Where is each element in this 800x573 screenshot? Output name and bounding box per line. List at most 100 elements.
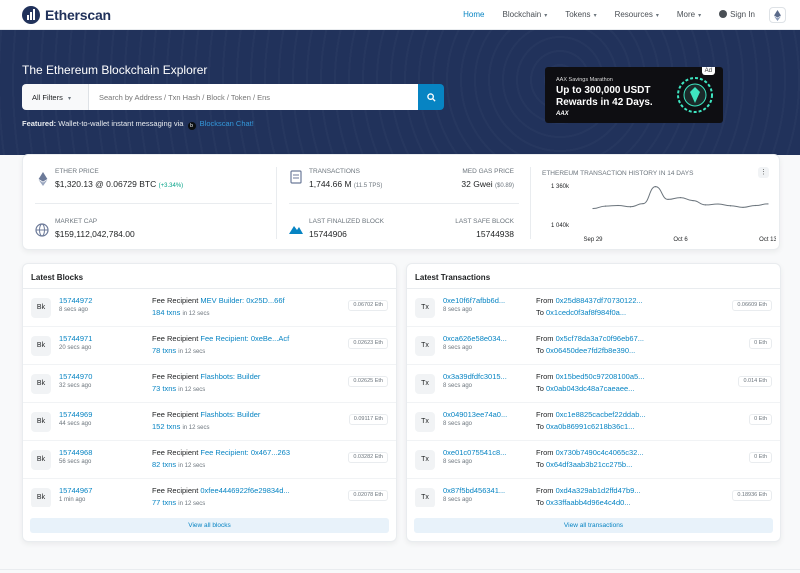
nav-home-label: Home [463, 10, 485, 19]
search-bar: All Filters ▾ [22, 84, 444, 110]
fee-recipient-link[interactable]: Fee Recipient: 0xeBe...Acf [200, 334, 289, 343]
block-number-link[interactable]: 15744970 [59, 372, 144, 381]
transaction-hash-link[interactable]: 0xe01c075541c8... [443, 448, 528, 457]
block-number-link[interactable]: 15744967 [59, 486, 144, 495]
to-address-link[interactable]: 0x33ffaabb4d96e4c4d0... [546, 498, 631, 507]
blockscan-chat-link[interactable]: Blockscan Chat! [200, 119, 254, 128]
nav-home[interactable]: Home [463, 10, 484, 19]
ad-brand: AAX [556, 111, 569, 117]
fee-recipient-label: Fee Recipient [152, 296, 199, 305]
transaction-hash-link[interactable]: 0xca626e58e034... [443, 334, 528, 343]
block-txns-link[interactable]: 82 txns [152, 460, 176, 469]
block-detail-cell: Fee Recipient Flashbots: Builder 152 txns… [152, 410, 260, 431]
block-row: Bk 15744969 44 secs ago Fee Recipient Flash… [23, 403, 396, 441]
block-row: Bk 15744967 1 min ago Fee Recipient 0xfee44… [23, 479, 396, 507]
data-point [592, 207, 594, 210]
market-cap-stat: MARKET CAP $159,112,042,784.00 [55, 218, 135, 239]
ad-banner[interactable]: Ad AAX Savings Marathon Up to 300,000 US… [545, 67, 723, 123]
transaction-hash-link[interactable]: 0x3a39dfdfc3015... [443, 372, 528, 381]
data-point [729, 205, 732, 207]
from-address-link[interactable]: 0x25d88437df70730122... [556, 296, 643, 305]
fee-recipient-line: Fee Recipient Fee Recipient: 0x467...263 [152, 448, 290, 457]
latest-transactions-list: Tx 0xe10f6f7afbb6d... 8 secs ago From 0x25d… [407, 289, 780, 507]
to-address-link[interactable]: 0x06450dee7fd2fb8e390... [546, 346, 635, 355]
data-point [742, 206, 744, 208]
chart-menu-button[interactable]: ⋮ [758, 167, 769, 178]
from-line: From 0xd4a329ab1d2ffd47b9... [536, 486, 641, 495]
from-address-link[interactable]: 0x730b7490c4c4065c32... [556, 448, 644, 457]
globe-icon [35, 223, 49, 237]
block-row: Bk 15744971 20 secs ago Fee Recipient Fee R… [23, 327, 396, 365]
from-label: From [536, 410, 554, 419]
from-address-link[interactable]: 0xd4a329ab1d2ffd47b9... [556, 486, 641, 495]
gas-price-stat: MED GAS PRICE 32 Gwei ($0.89) [461, 168, 514, 189]
block-time-label: in 12 secs [178, 501, 206, 507]
nav-blockchain[interactable]: Blockchain ▾ [503, 10, 548, 19]
block-number-link[interactable]: 15744972 [59, 296, 144, 305]
to-address-link[interactable]: 0x0ab043dc48a7caeaee... [546, 384, 634, 393]
ethereum-icon [38, 172, 48, 186]
block-row: Bk 15744972 8 secs ago Fee Recipient MEV Bu… [23, 289, 396, 327]
block-txns-line: 82 txns in 12 secs [152, 460, 290, 469]
divider [530, 167, 531, 239]
search-input[interactable] [89, 84, 418, 110]
nav-more-label: More [676, 10, 696, 19]
ethereum-icon [774, 9, 781, 21]
from-address-link[interactable]: 0x5cf78da3a7c0f96eb67... [556, 334, 644, 343]
block-reward-badge: 0.02078 Eth [348, 490, 388, 501]
brand-logo[interactable]: Etherscan [22, 6, 111, 24]
to-address-link[interactable]: 0x1cedc0f3af8f984f0a... [546, 308, 626, 317]
transaction-row: Tx 0xe10f6f7afbb6d... 8 secs ago From 0x25d… [407, 289, 780, 327]
block-number-link[interactable]: 15744971 [59, 334, 144, 343]
user-icon [719, 10, 728, 18]
transaction-hash-link[interactable]: 0xe10f6f7afbb6d... [443, 296, 528, 305]
block-number-link[interactable]: 15744969 [59, 410, 144, 419]
finalized-block-stat: LAST FINALIZED BLOCK 15744906 [309, 218, 384, 239]
from-line: From 0x25d88437df70730122... [536, 296, 643, 305]
from-address-link[interactable]: 0x15bed50c97208100a5... [556, 372, 645, 381]
transaction-badge: Tx [415, 374, 435, 394]
view-all-transactions-button[interactable]: View all transactions [414, 518, 773, 533]
view-all-blocks-button[interactable]: View all blocks [30, 518, 389, 533]
from-address-link[interactable]: 0xc1e8825cacbef22ddab... [556, 410, 646, 419]
chevron-down-icon: ▾ [655, 13, 659, 19]
nav-more[interactable]: More ▾ [677, 10, 701, 19]
block-reward-badge: 0.06702 Eth [348, 300, 388, 311]
search-filter-select[interactable]: All Filters ▾ [22, 84, 89, 110]
fee-recipient-link[interactable]: 0xfee4446922f6e29834d... [200, 486, 289, 495]
nav-tokens[interactable]: Tokens ▾ [565, 10, 596, 19]
search-button[interactable] [418, 84, 444, 110]
from-label: From [536, 296, 554, 305]
fee-recipient-link[interactable]: MEV Builder: 0x25D...66f [200, 296, 284, 305]
transaction-value-badge: 0 Eth [749, 414, 772, 425]
transaction-hash-link[interactable]: 0x87f5bd456341... [443, 486, 528, 495]
block-txns-link[interactable]: 184 txns [152, 308, 180, 317]
block-txns-link[interactable]: 77 txns [152, 498, 176, 507]
block-txns-link[interactable]: 73 txns [152, 384, 176, 393]
block-txns-link[interactable]: 78 txns [152, 346, 176, 355]
gas-price-value[interactable]: 32 Gwei ($0.89) [461, 179, 514, 189]
to-label: To [536, 422, 544, 431]
safe-block-value[interactable]: 15744938 [455, 229, 514, 239]
network-switch-button[interactable] [769, 7, 786, 23]
ad-headline: Up to 300,000 USDT Rewards in 42 Days. [556, 85, 653, 109]
x-tick-label: Oct 6 [673, 237, 688, 243]
nav-resources[interactable]: Resources ▾ [615, 10, 659, 19]
sign-in-link[interactable]: Sign In [719, 10, 755, 19]
fee-recipient-link[interactable]: Flashbots: Builder [200, 372, 260, 381]
finalized-block-value[interactable]: 15744906 [309, 229, 384, 239]
fee-recipient-link[interactable]: Fee Recipient: 0x467...263 [200, 448, 290, 457]
divider [35, 203, 272, 204]
transactions-value[interactable]: 1,744.66 M (11.5 TPS) [309, 179, 382, 189]
block-id-cell: 15744970 32 secs ago [59, 372, 144, 389]
block-number-link[interactable]: 15744968 [59, 448, 144, 457]
data-point [717, 203, 719, 205]
block-txns-link[interactable]: 152 txns [152, 422, 180, 431]
ether-price-value[interactable]: $1,320.13 @ 0.06729 BTC (+3.34%) [55, 179, 183, 189]
transaction-hash-link[interactable]: 0x049013ee74a0... [443, 410, 528, 419]
fee-recipient-link[interactable]: Flashbots: Builder [200, 410, 260, 419]
to-address-link[interactable]: 0xa0b86991c6218b36c1... [546, 422, 634, 431]
main-nav: Home Blockchain ▾ Tokens ▾ Resources ▾ More… [445, 10, 755, 19]
to-line: To 0x33ffaabb4d96e4c4d0... [536, 498, 641, 507]
to-address-link[interactable]: 0x64df3aab3b21cc275b... [546, 460, 632, 469]
